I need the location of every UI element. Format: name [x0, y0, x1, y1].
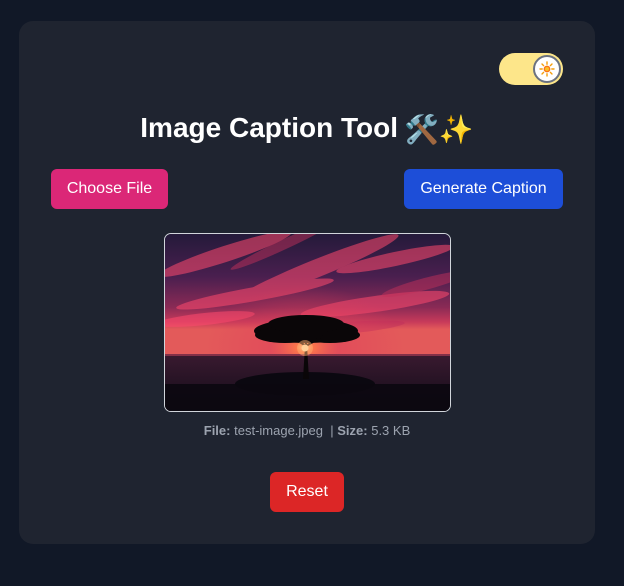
file-label: File: — [203, 423, 231, 438]
page-title: Image Caption Tool 🛠️✨ — [19, 109, 595, 149]
preview-image — [165, 234, 450, 411]
image-preview — [164, 233, 451, 412]
size-label: Size: — [337, 423, 368, 438]
generate-caption-button[interactable]: Generate Caption — [404, 169, 563, 209]
toggle-knob[interactable] — [533, 55, 561, 83]
page-title-text: Image Caption Tool — [140, 112, 398, 143]
reset-button[interactable]: Reset — [270, 472, 344, 512]
file-size: 5.3 KB — [371, 423, 411, 438]
choose-file-button[interactable]: Choose File — [51, 169, 168, 209]
tools-sparkles-icon: 🛠️✨ — [403, 113, 474, 145]
file-name: test-image.jpeg — [234, 423, 323, 438]
theme-toggle[interactable] — [499, 53, 563, 85]
file-info: File: test-image.jpeg | Size: 5.3 KB — [19, 423, 595, 439]
main-card: Image Caption Tool 🛠️✨ Choose File Genera… — [19, 21, 595, 544]
sun-icon — [539, 61, 555, 77]
file-info-separator: | — [330, 423, 334, 438]
